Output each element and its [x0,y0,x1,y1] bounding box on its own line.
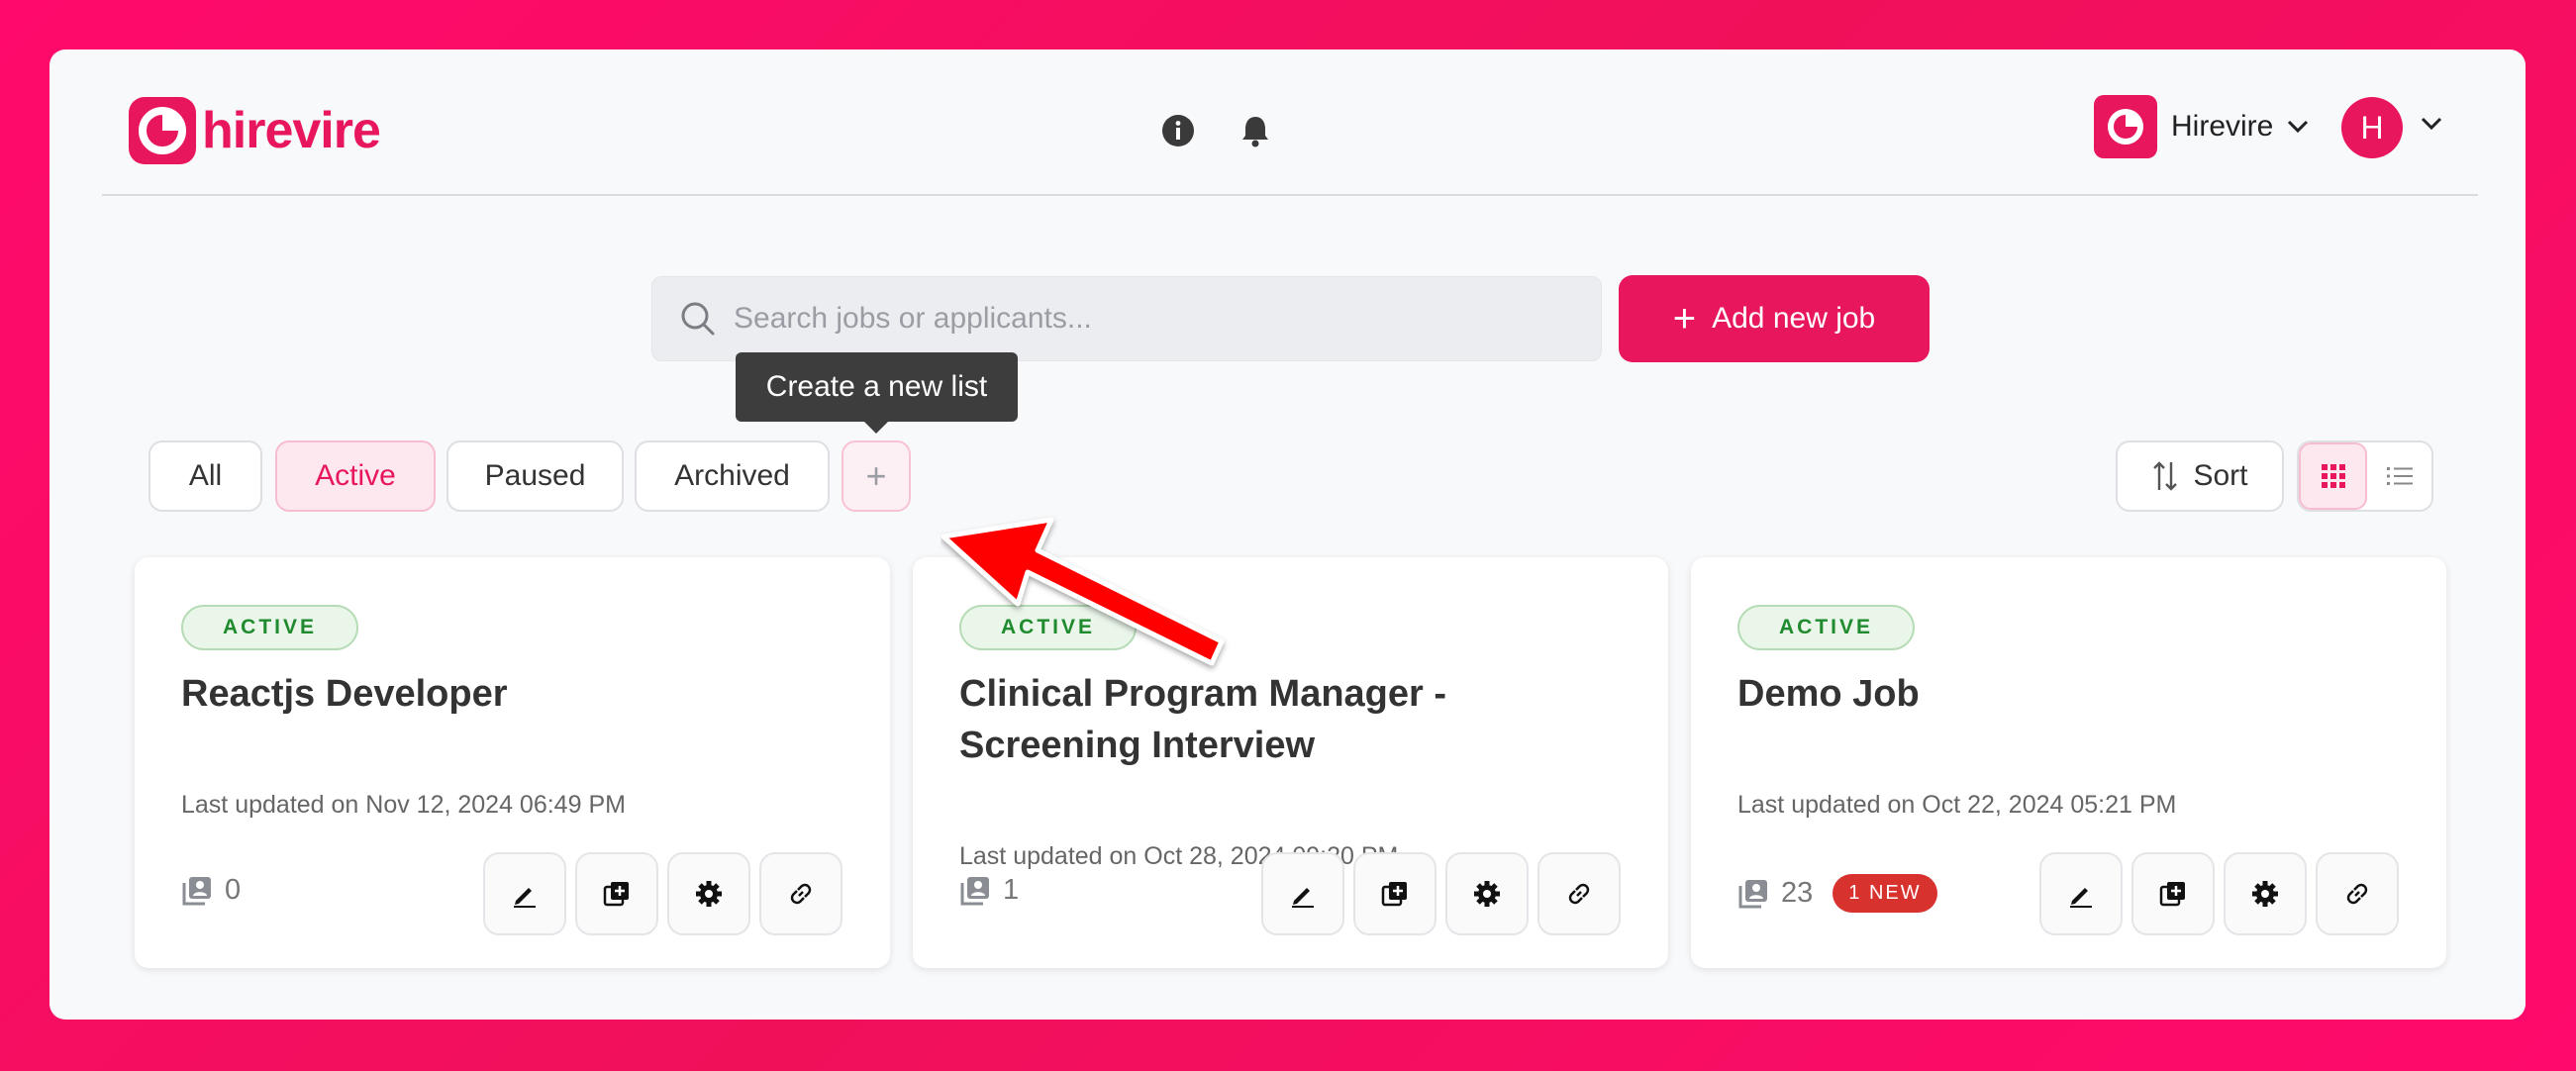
duplicate-button[interactable] [1353,852,1437,935]
applicant-count-value: 1 [1003,874,1020,906]
duplicate-button[interactable] [2131,852,2215,935]
copy-link-button[interactable] [2316,852,2399,935]
pencil-icon [1292,888,1314,908]
link-icon [1568,883,1590,905]
chevron-down-icon[interactable] [2421,117,2442,131]
add-new-job-button[interactable]: + Add new job [1619,275,1930,362]
tab-label: Active [315,459,396,492]
add-new-job-label: Add new job [1712,302,1876,335]
copy-link-button[interactable] [759,852,842,935]
applicant-count: 1 [959,874,1019,907]
org-switcher[interactable]: Hirevire [2094,95,2309,158]
card-actions [1261,852,1621,935]
applicant-count-value: 0 [225,874,242,906]
job-card[interactable]: ACTIVE Demo Job Last updated on Oct 22, … [1691,557,2446,968]
main-panel: hirevire Hirevire H + Add new job Create… [50,49,2526,1020]
annotation-arrow-icon [941,517,1225,666]
status-badge: ACTIVE [1737,605,1916,650]
copy-link-button[interactable] [1537,852,1621,935]
grid-icon [2321,464,2345,488]
org-logo-icon [2094,95,2157,158]
view-toggle [2297,440,2433,512]
status-badge: ACTIVE [181,605,359,650]
settings-button[interactable] [667,852,750,935]
header-divider [102,194,2478,196]
applicant-count-value: 23 [1781,877,1814,909]
logo[interactable]: hirevire [129,95,381,166]
settings-button[interactable] [2224,852,2307,935]
list-icon [2386,467,2413,485]
gear-icon [1474,881,1500,907]
bell-icon[interactable] [1238,113,1273,148]
sort-icon [2153,461,2178,491]
job-title[interactable]: Clinical Program Manager - Screening Int… [959,668,1633,771]
tooltip: Create a new list [736,352,1018,434]
pencil-icon [514,888,536,908]
chevron-down-icon [2288,120,2309,134]
tab-all[interactable]: All [149,440,262,512]
settings-button[interactable] [1445,852,1529,935]
job-card[interactable]: ACTIVE Reactjs Developer Last updated on… [135,557,890,968]
applicants-icon [182,876,211,905]
status-text: ACTIVE [1779,616,1874,638]
search-icon [681,302,715,336]
card-actions [483,852,842,935]
plus-icon: + [1672,297,1697,341]
job-title[interactable]: Reactjs Developer [181,668,854,720]
edit-button[interactable] [483,852,566,935]
applicants-icon [960,876,989,905]
avatar[interactable]: H [2341,97,2403,158]
edit-button[interactable] [2039,852,2123,935]
gear-icon [696,881,722,907]
add-list-button[interactable]: + [842,440,911,512]
card-actions [2039,852,2399,935]
last-updated: Last updated on Nov 12, 2024 06:49 PM [181,791,626,819]
last-updated: Last updated on Oct 22, 2024 05:21 PM [1737,791,2177,819]
list-view-button[interactable] [2367,442,2431,510]
plus-icon: + [865,455,887,496]
tab-label: Archived [674,459,790,492]
link-icon [2346,883,2368,905]
applicant-count: 0 [181,874,241,907]
header: hirevire Hirevire H [50,49,2526,196]
avatar-initial: H [2360,109,2384,146]
tab-label: All [188,459,223,492]
tab-active[interactable]: Active [275,440,436,512]
search-input[interactable] [734,302,1565,336]
brand-name: hirevire [202,102,381,159]
duplicate-button[interactable] [575,852,658,935]
applicant-count: 23 1 NEW [1737,874,1937,913]
applicants-icon [1738,879,1767,908]
tab-label: Paused [484,459,586,492]
gear-icon [2252,881,2278,907]
logo-mark-icon [129,97,196,164]
edit-button[interactable] [1261,852,1344,935]
new-applicants-badge: 1 NEW [1833,874,1937,913]
sort-button[interactable]: Sort [2116,440,2284,512]
duplicate-icon [1381,882,1407,907]
link-icon [790,883,812,905]
tooltip-text: Create a new list [765,370,988,403]
tab-paused[interactable]: Paused [446,440,624,512]
grid-view-button[interactable] [2299,442,2367,510]
sort-label: Sort [2193,459,2248,492]
tab-archived[interactable]: Archived [635,440,830,512]
duplicate-icon [2159,882,2185,907]
status-text: ACTIVE [223,616,318,638]
info-icon[interactable] [1160,113,1196,148]
pencil-icon [2070,888,2092,908]
job-title[interactable]: Demo Job [1737,668,2411,720]
duplicate-icon [603,882,629,907]
search-bar[interactable] [651,276,1602,361]
org-name: Hirevire [2171,110,2274,143]
